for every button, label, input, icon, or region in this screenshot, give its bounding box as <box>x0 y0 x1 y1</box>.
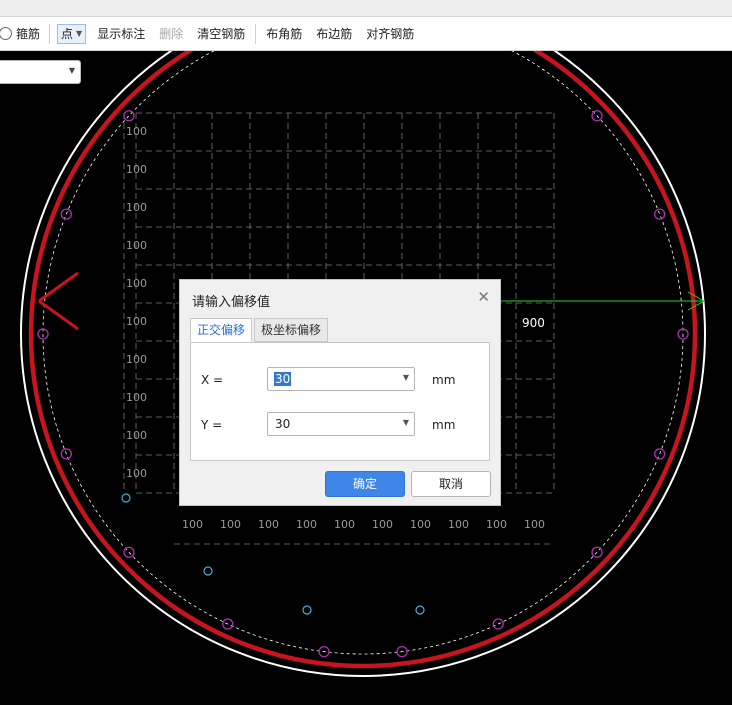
rebar-point <box>60 208 72 220</box>
snap-point <box>302 605 312 615</box>
grid-dimension-label: 100 <box>220 518 241 531</box>
point-mode-label: 点 <box>61 27 74 41</box>
snap-point <box>203 566 213 576</box>
show-annotation-button[interactable]: 显示标注 <box>90 17 152 51</box>
snap-point <box>121 493 131 503</box>
align-rebar-button[interactable]: 对齐钢筋 <box>359 17 421 51</box>
grid-dimension-label: 100 <box>126 467 147 480</box>
x-offset-value: 30 <box>274 372 292 386</box>
grid-dimension-label: 100 <box>126 429 147 442</box>
grid-dimension-label: 100 <box>126 239 147 252</box>
dialog-title: 请输入偏移值 <box>192 295 271 310</box>
rebar-point <box>591 110 603 122</box>
x-offset-input[interactable]: 30 ▼ <box>267 367 415 391</box>
x-unit: mm <box>432 373 456 387</box>
y-label: Y = <box>201 418 223 432</box>
chevron-down-icon: ▼ <box>68 66 75 75</box>
snap-point <box>415 605 425 615</box>
cancel-button[interactable]: 取消 <box>411 471 491 497</box>
grid-dimension-label: 100 <box>296 518 317 531</box>
title-strip <box>0 0 732 17</box>
toolbar-separator <box>49 23 51 44</box>
dimension-label: 900 <box>522 316 545 330</box>
dialog-tabs: 正交偏移 极坐标偏移 <box>190 318 330 342</box>
grid-dimension-label: 100 <box>126 201 147 214</box>
radio-icon[interactable] <box>0 27 12 40</box>
floor-select[interactable]: ▼ <box>0 60 81 84</box>
tab-orthogonal-offset[interactable]: 正交偏移 <box>190 318 253 342</box>
stirrup-label: 箍筋 <box>16 27 41 41</box>
grid-dimension-label: 100 <box>524 518 545 531</box>
grid-dimension-label: 100 <box>258 518 279 531</box>
y-offset-value: 30 <box>275 417 291 431</box>
stirrup-radio[interactable]: 箍筋 <box>0 17 46 51</box>
toolbar-separator <box>255 23 257 44</box>
y-unit: mm <box>432 418 456 432</box>
y-offset-input[interactable]: 30 ▼ <box>267 412 415 436</box>
grid-dimension-label: 100 <box>126 315 147 328</box>
chevron-down-icon[interactable]: ▼ <box>403 418 409 427</box>
grid-dimension-label: 100 <box>126 125 147 138</box>
offset-dialog: 请输入偏移值 ✕ 正交偏移 极坐标偏移 X = 30 ▼ mm Y = 30 ▼… <box>179 279 501 506</box>
close-icon[interactable]: ✕ <box>477 289 490 305</box>
edge-rebar-button[interactable]: 布边筋 <box>309 17 359 51</box>
grid-dimension-label: 100 <box>126 353 147 366</box>
delete-button[interactable]: 删除 <box>152 17 190 51</box>
grid-dimension-label: 100 <box>410 518 431 531</box>
grid-dimension-label: 100 <box>334 518 355 531</box>
toolbar: 箍筋 点 ▼ 显示标注 删除 清空钢筋 布角筋 布边筋 对齐钢筋 <box>0 17 732 51</box>
ok-button[interactable]: 确定 <box>325 471 405 497</box>
grid-dimension-label: 100 <box>126 391 147 404</box>
chevron-down-icon: ▼ <box>76 29 83 38</box>
grid-dimension-label: 100 <box>182 518 203 531</box>
snap-points <box>121 493 425 615</box>
grid-dimension-label: 100 <box>448 518 469 531</box>
dimension-line <box>496 291 706 311</box>
corner-rebar-button[interactable]: 布角筋 <box>259 17 309 51</box>
grid-dimension-label: 100 <box>126 277 147 290</box>
grid-dimension-label: 100 <box>126 163 147 176</box>
chevron-down-icon[interactable]: ▼ <box>403 373 409 382</box>
tab-panel: X = 30 ▼ mm Y = 30 ▼ mm <box>190 342 490 461</box>
x-label: X = <box>201 373 224 387</box>
grid-dimension-label: 100 <box>372 518 393 531</box>
tab-polar-offset[interactable]: 极坐标偏移 <box>254 318 329 342</box>
grid-dimension-label: 100 <box>486 518 507 531</box>
point-mode-select[interactable]: 点 ▼ <box>57 23 87 44</box>
clear-rebar-button[interactable]: 清空钢筋 <box>190 17 252 51</box>
